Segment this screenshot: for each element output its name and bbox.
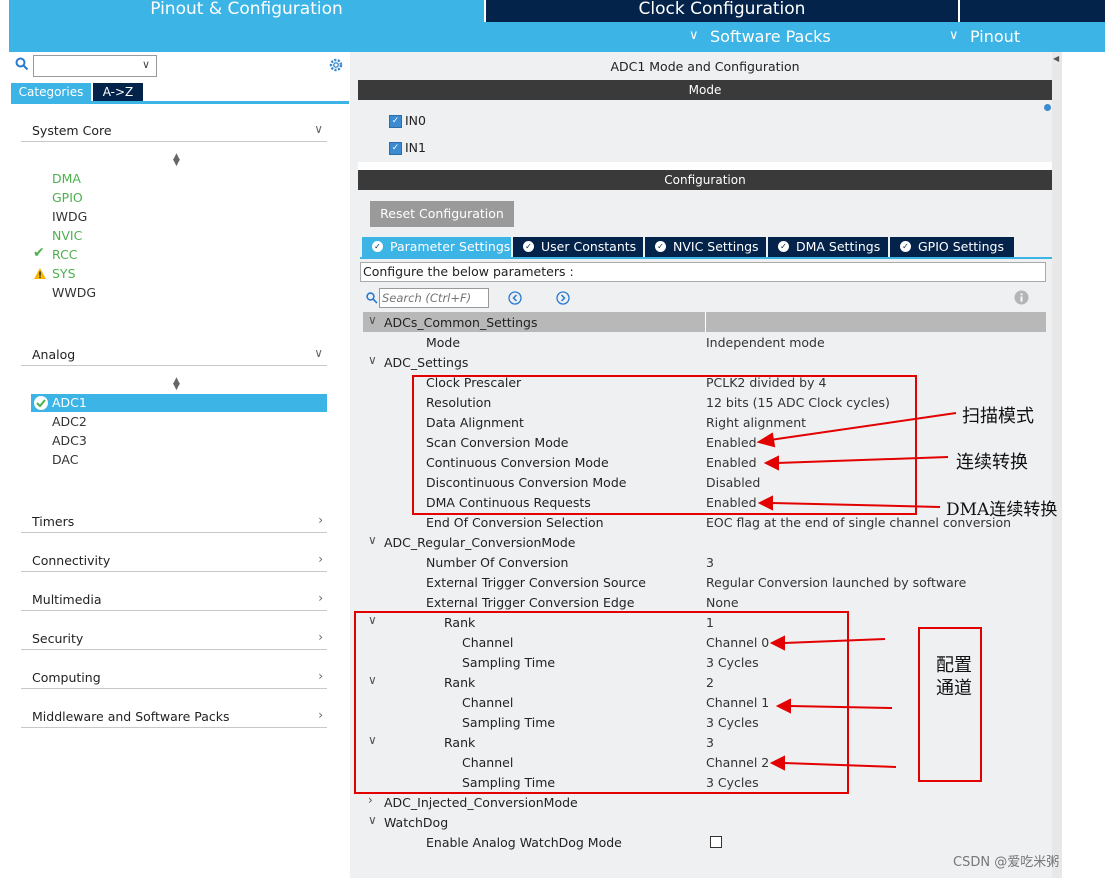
arrowhead [769,635,785,651]
arrow-channel1 [789,705,893,709]
annotation-scan-mode: 扫描模式 [962,406,1034,427]
arrowhead [769,755,785,771]
arrow-channel2 [783,762,897,768]
annotation-channel-line2: 通道 [936,678,972,699]
annotation-continuous: 连续转换 [956,452,1028,473]
annotation-dma: DMA连续转换 [946,500,1058,520]
watermark: CSDN @爱吃米粥 [953,855,1060,870]
annotation-arrows [756,412,957,771]
arrowhead [757,495,773,511]
arrow-continuous [776,456,949,464]
arrowhead [763,455,779,471]
arrowhead [775,698,791,714]
arrow-dma [771,502,941,508]
arrowhead [756,432,776,448]
arrow-scan [769,412,957,441]
arrow-channel0 [783,638,886,644]
